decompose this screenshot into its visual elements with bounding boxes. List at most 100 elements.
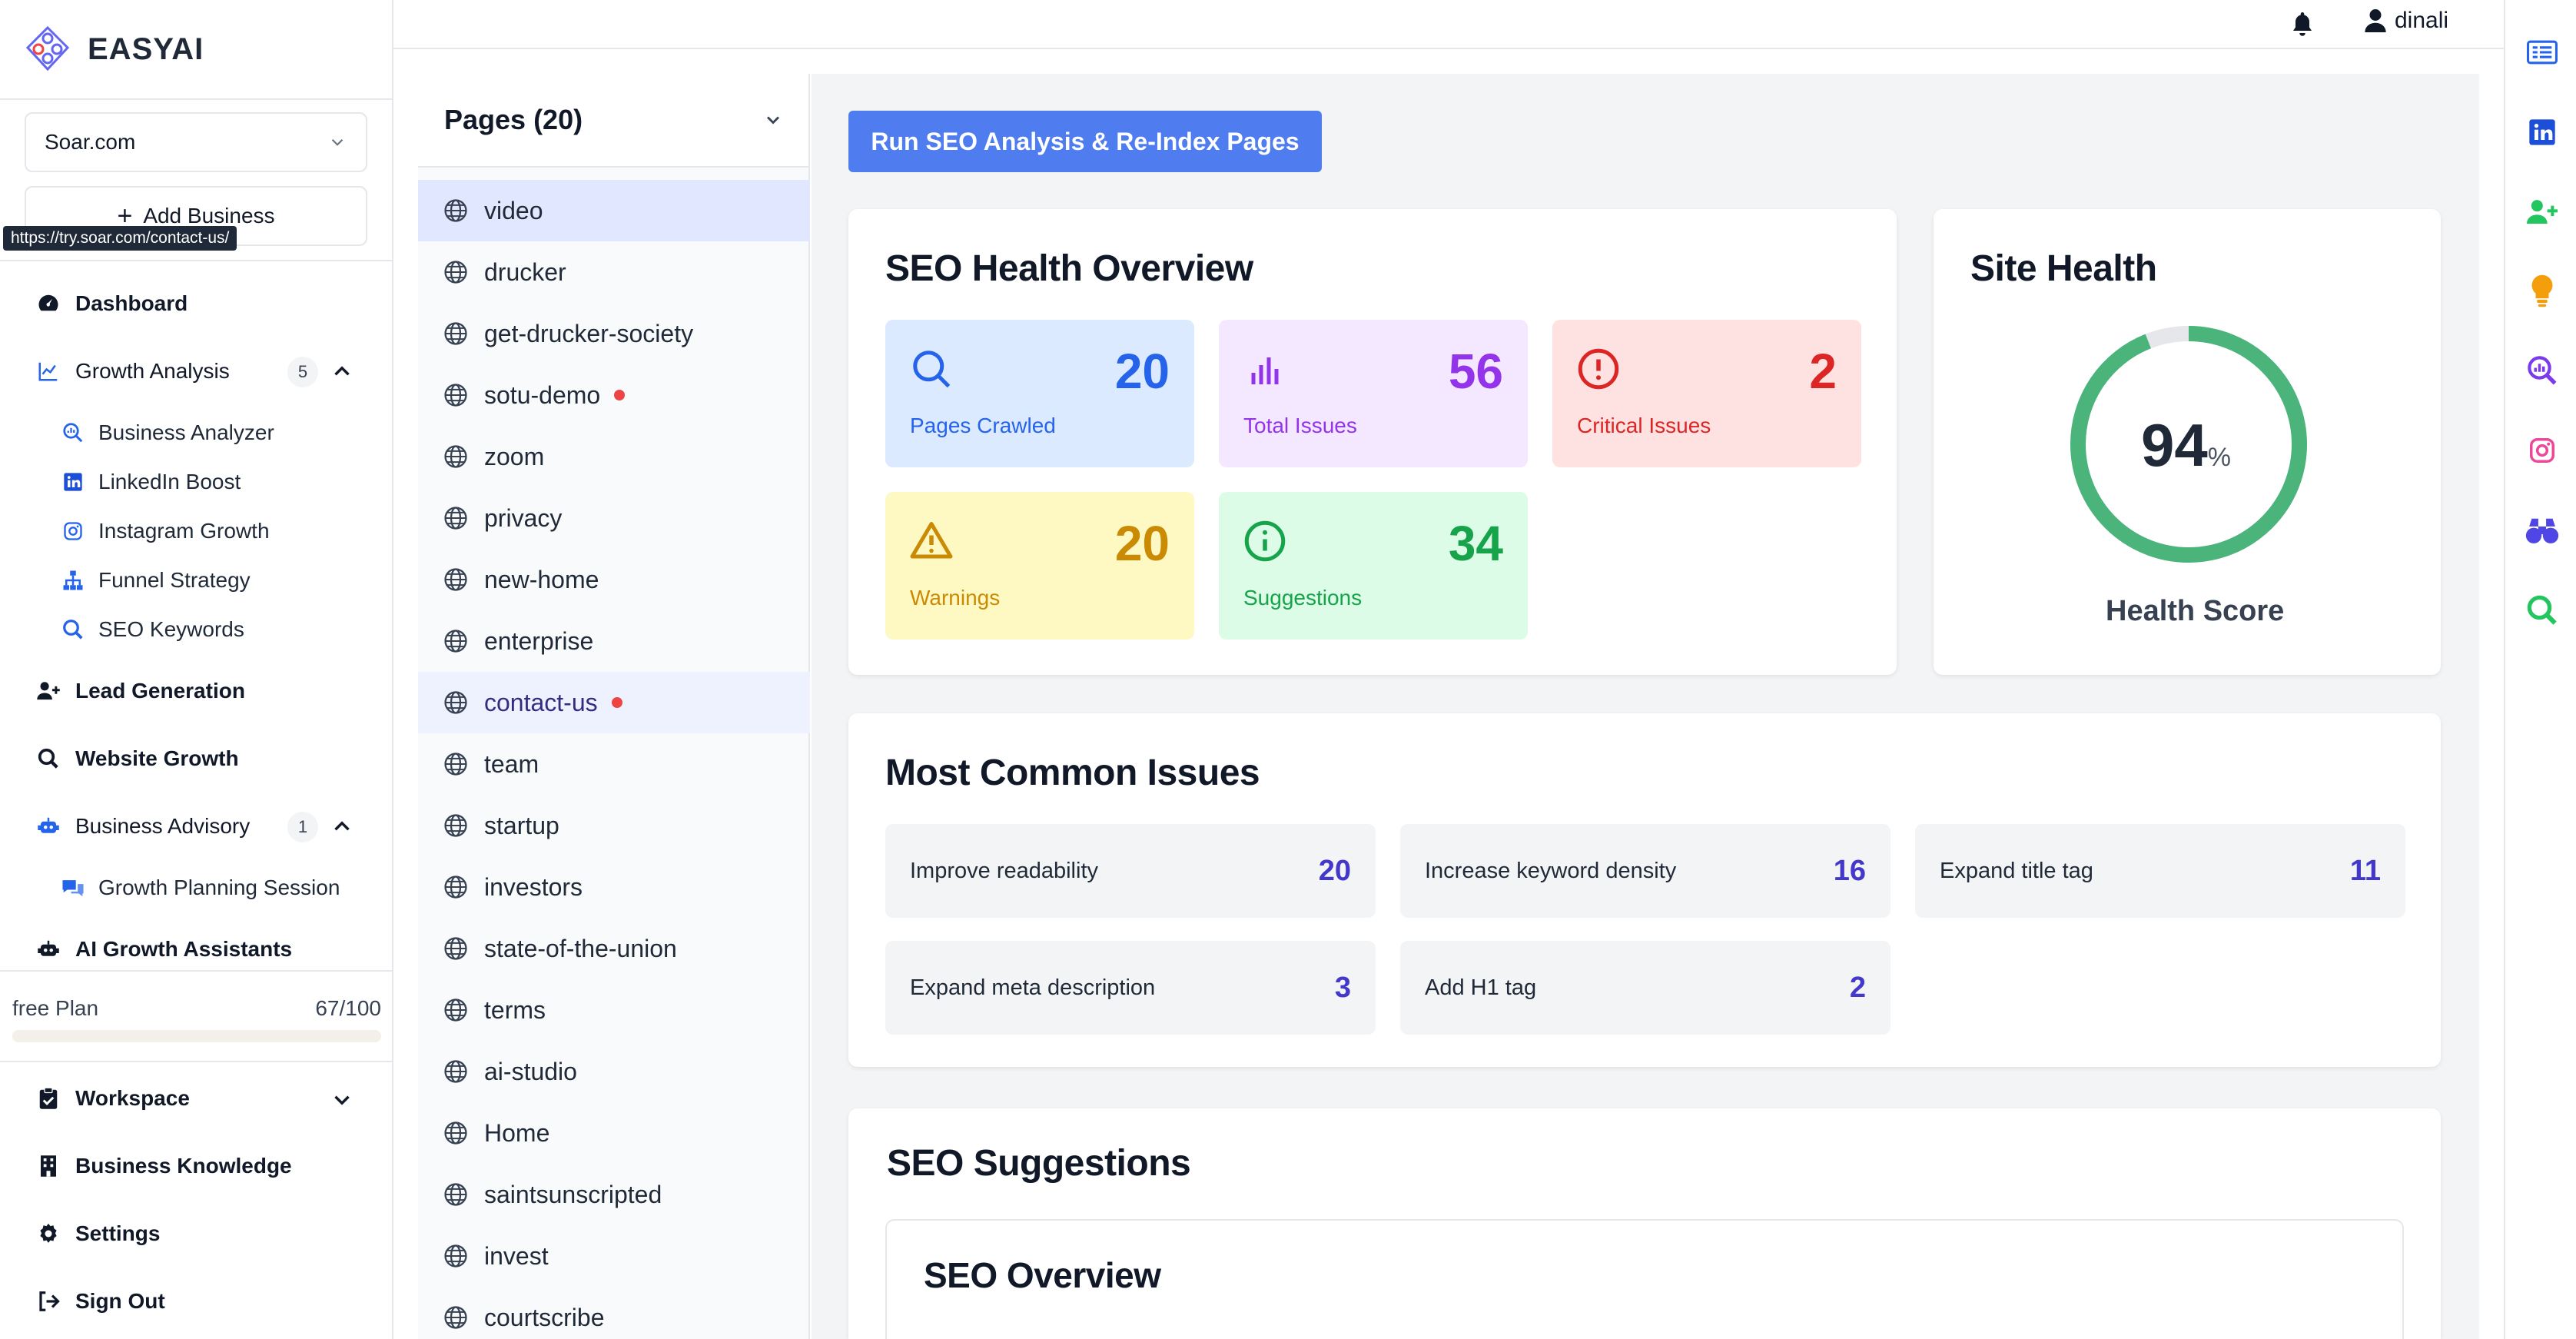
issue-count: 3 <box>1334 971 1351 1004</box>
issue-item[interactable]: Add H1 tag 2 <box>1400 941 1891 1035</box>
bar-chart-icon <box>1251 357 1279 384</box>
globe-icon <box>444 1244 467 1268</box>
plan-progress-fill <box>12 1030 260 1042</box>
stat-label: Warnings <box>910 586 1001 610</box>
issue-item[interactable]: Increase keyword density 16 <box>1400 824 1891 918</box>
nav-lead-generation[interactable]: Lead Generation <box>35 678 245 704</box>
user-name: dinali <box>2395 8 2449 33</box>
page-list-item[interactable]: saintsunscripted <box>418 1164 810 1225</box>
globe-icon <box>444 445 467 468</box>
search-icon[interactable] <box>2525 593 2559 627</box>
chat-bubbles-icon <box>60 875 86 901</box>
warning-triangle-icon <box>910 522 953 559</box>
chevron-up-icon[interactable] <box>329 813 355 839</box>
page-list-item[interactable]: drucker <box>418 241 810 303</box>
binoculars-icon[interactable] <box>2525 513 2559 547</box>
stat-label: Pages Crawled <box>910 414 1056 437</box>
bell-icon[interactable] <box>2289 9 2316 38</box>
search-chart-icon[interactable] <box>2525 354 2559 387</box>
building-icon <box>35 1153 61 1179</box>
linkedin-icon <box>60 469 86 495</box>
page-list-item[interactable]: get-drucker-society <box>418 303 810 364</box>
user-menu[interactable]: dinali <box>2364 8 2448 34</box>
brand[interactable]: EASYAI <box>0 0 392 100</box>
linkedin-icon[interactable] <box>2525 115 2559 149</box>
issue-count: 2 <box>1849 971 1866 1004</box>
nav-business-knowledge-label: Business Knowledge <box>75 1154 292 1178</box>
nav-business-advisory[interactable]: Business Advisory <box>35 813 250 839</box>
stat-warnings[interactable]: 20 Warnings <box>885 492 1194 640</box>
sidebar-item-seo-keywords[interactable]: SEO Keywords <box>60 616 244 643</box>
brand-name: EASYAI <box>88 32 204 66</box>
page-list-item[interactable]: invest <box>418 1225 810 1287</box>
page-list-item[interactable]: team <box>418 733 810 795</box>
nav-website-growth[interactable]: Website Growth <box>35 746 239 772</box>
sidebar-item-linkedin-boost[interactable]: LinkedIn Boost <box>60 469 241 495</box>
nav-business-knowledge[interactable]: Business Knowledge <box>35 1153 292 1179</box>
lightbulb-icon[interactable] <box>2525 274 2559 307</box>
nav-sign-out[interactable]: Sign Out <box>35 1288 165 1314</box>
list-card-icon[interactable] <box>2525 35 2559 69</box>
sidebar-item-funnel-strategy[interactable]: Funnel Strategy <box>60 567 251 593</box>
sidebar-item-instagram-growth[interactable]: Instagram Growth <box>60 518 270 544</box>
page-name: startup <box>484 811 559 839</box>
divider <box>0 260 392 261</box>
plan-progress-bar <box>12 1030 381 1042</box>
gear-icon <box>35 1221 61 1247</box>
issue-label: Increase keyword density <box>1425 858 1677 883</box>
sidebar-item-label: Business Analyzer <box>98 420 274 444</box>
page-name: new-home <box>484 565 599 593</box>
page-list-item[interactable]: sotu-demo <box>418 364 810 426</box>
page-list-item[interactable]: contact-us <box>418 672 810 733</box>
page-name: get-drucker-society <box>484 319 694 347</box>
page-list-item[interactable]: investors <box>418 856 810 918</box>
page-list-item[interactable]: state-of-the-union <box>418 918 810 979</box>
page-list-item[interactable]: startup <box>418 795 810 856</box>
page-list-item[interactable]: new-home <box>418 549 810 610</box>
globe-icon <box>444 753 467 776</box>
sidebar: EASYAI Soar.com + Add Business https://t… <box>0 0 393 1339</box>
issue-item[interactable]: Expand meta description 3 <box>885 941 1376 1035</box>
page-list-item[interactable]: courtscribe <box>418 1287 810 1339</box>
globe-icon <box>444 630 467 653</box>
nav-workspace[interactable]: Workspace <box>35 1085 190 1111</box>
stat-pages-crawled[interactable]: 20 Pages Crawled <box>885 320 1194 467</box>
stat-critical-issues[interactable]: 2 Critical Issues <box>1552 320 1861 467</box>
page-list-item[interactable]: enterprise <box>418 610 810 672</box>
page-name: terms <box>484 995 546 1024</box>
page-list-item[interactable]: video <box>418 180 810 241</box>
sidebar-item-growth-planning-session[interactable]: Growth Planning Session <box>60 875 340 901</box>
page-list-item[interactable]: ai-studio <box>418 1041 810 1102</box>
page-list-item[interactable]: Home <box>418 1102 810 1164</box>
stat-suggestions[interactable]: 34 Suggestions <box>1219 492 1528 640</box>
nav-settings[interactable]: Settings <box>35 1221 160 1247</box>
instagram-icon[interactable] <box>2525 434 2559 467</box>
issue-item[interactable]: Expand title tag 11 <box>1915 824 2405 918</box>
run-seo-analysis-button[interactable]: Run SEO Analysis & Re-Index Pages <box>848 111 1322 172</box>
page-list-item[interactable]: zoom <box>418 426 810 487</box>
nav-dashboard[interactable]: Dashboard <box>35 291 188 317</box>
pages-panel: Pages (20) video drucker get-drucker-socie… <box>418 74 810 1339</box>
business-select[interactable]: Soar.com <box>25 112 367 172</box>
page-name: saintsunscripted <box>484 1180 662 1208</box>
chevron-down-icon[interactable] <box>329 1087 355 1113</box>
chevron-up-icon[interactable] <box>329 358 355 384</box>
search-icon <box>913 351 951 388</box>
page-list-item[interactable]: terms <box>418 979 810 1041</box>
issue-item[interactable]: Improve readability 20 <box>885 824 1376 918</box>
pages-header[interactable]: Pages (20) <box>418 74 808 168</box>
page-name: video <box>484 196 543 224</box>
sidebar-item-business-analyzer[interactable]: Business Analyzer <box>60 420 274 446</box>
health-score-value: 94% <box>2141 410 2231 480</box>
user-icon <box>2365 9 2386 32</box>
user-plus-icon[interactable] <box>2525 195 2559 229</box>
nav-ai-growth-assistants[interactable]: AI Growth Assistants <box>35 936 292 962</box>
plan-usage: free Plan 67/100 <box>12 996 381 1021</box>
user-plus-icon <box>35 678 61 704</box>
health-score-unit: % <box>2207 443 2231 472</box>
page-name: sotu-demo <box>484 380 601 409</box>
business-advisory-count-badge: 1 <box>287 812 318 842</box>
stat-total-issues[interactable]: 56 Total Issues <box>1219 320 1528 467</box>
nav-growth-analysis[interactable]: Growth Analysis <box>35 358 230 384</box>
page-list-item[interactable]: privacy <box>418 487 810 549</box>
